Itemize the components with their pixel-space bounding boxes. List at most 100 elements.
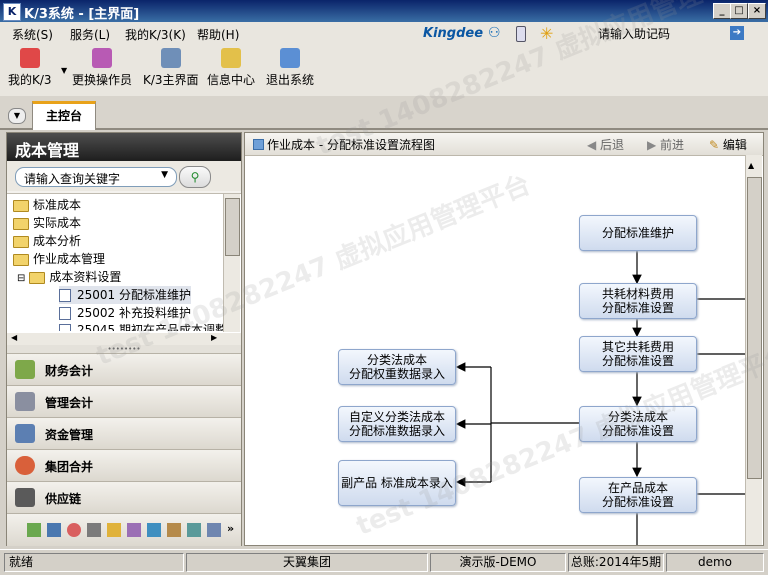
- kingdee-logo: Kingdee: [423, 26, 484, 41]
- status-bar: 就绪 天翼集团 演示版-DEMO 总账:2014年5期 demo: [0, 549, 768, 575]
- tree-item-actual-cost[interactable]: 实际成本: [13, 214, 81, 232]
- node-wip-cost[interactable]: 在产品成本 分配标准设置: [579, 477, 697, 513]
- module-group-consolidation[interactable]: 集团合并: [7, 449, 241, 481]
- title-bar: K K/3系统 - [主界面] _ □ ×: [0, 0, 768, 22]
- money-icon: [15, 424, 35, 443]
- module-financial-accounting[interactable]: 财务会计: [7, 353, 241, 385]
- expand-icon[interactable]: ⊟: [17, 273, 25, 284]
- folder-icon: [13, 235, 29, 248]
- search-button[interactable]: ⚲: [179, 166, 211, 188]
- toolbar: 我的K/3 ▼ 更换操作员 K/3主界面 信息中心 退出系统: [0, 44, 768, 97]
- shortcut-icon[interactable]: [147, 523, 161, 537]
- splitter-handle[interactable]: ••••••••: [7, 345, 241, 353]
- horizontal-scrollbar[interactable]: ◀ ▶: [7, 333, 241, 345]
- helper-code-label[interactable]: 请输入助记码: [598, 25, 670, 42]
- window-title: K/3系统 - [主界面]: [24, 7, 140, 22]
- tab-main-console[interactable]: 主控台: [32, 101, 96, 130]
- shortcut-icon[interactable]: [167, 523, 181, 537]
- close-button[interactable]: ×: [748, 3, 766, 19]
- more-icon[interactable]: »: [227, 522, 234, 535]
- status-ledger: 总账:2014年5期: [568, 553, 664, 572]
- node-classification-cost[interactable]: 分类法成本 分配标准设置: [579, 406, 697, 442]
- shortcut-icon[interactable]: [27, 523, 41, 537]
- exit-icon: [280, 48, 300, 68]
- shortcut-icon[interactable]: [187, 523, 201, 537]
- shortcut-icon[interactable]: [87, 523, 101, 537]
- shortcut-icon[interactable]: [47, 523, 61, 537]
- folder-open-icon: [29, 271, 46, 284]
- star-icon: [19, 48, 40, 68]
- tree-item-supplement-feed[interactable]: 25002 补充投料维护: [59, 304, 191, 322]
- scroll-thumb[interactable]: [747, 177, 762, 479]
- status-user: demo: [666, 553, 764, 572]
- menu-help[interactable]: 帮助(H): [197, 26, 239, 43]
- folder-open-icon: [13, 253, 29, 266]
- tab-menu-icon[interactable]: ▼: [8, 108, 26, 124]
- node-weight-entry[interactable]: 分类法成本 分配权重数据录入: [338, 349, 456, 385]
- node-allocation-maintain[interactable]: 分配标准维护: [579, 215, 697, 251]
- maximize-button[interactable]: □: [730, 3, 748, 19]
- status-company: 天翼集团: [186, 553, 428, 572]
- document-icon: [59, 307, 71, 320]
- document-icon: [59, 289, 71, 302]
- star-logo-icon: ✳: [540, 24, 554, 43]
- search-icon: ⚲: [190, 170, 200, 184]
- phone-icon: [516, 26, 526, 42]
- shortcut-icon[interactable]: [107, 523, 121, 537]
- node-custom-entry[interactable]: 自定义分类法成本 分配标准数据录入: [338, 406, 456, 442]
- module-fund-management[interactable]: 资金管理: [7, 417, 241, 449]
- menu-system[interactable]: 系统(S): [12, 26, 53, 43]
- ledger-icon: [15, 360, 35, 379]
- tab-strip: ▼ 主控台: [0, 96, 768, 130]
- module-management-accounting[interactable]: 管理会计: [7, 385, 241, 417]
- shortcut-icon[interactable]: [207, 523, 221, 537]
- panel-title: 成本管理: [7, 133, 241, 161]
- go-icon[interactable]: ➔: [730, 26, 744, 40]
- app-icon: K: [3, 3, 21, 21]
- scroll-thumb[interactable]: [225, 198, 240, 256]
- folder-icon: [13, 217, 29, 230]
- search-area: 请输入查询关键字 ▼ ⚲: [7, 161, 241, 191]
- info-center-button[interactable]: 信息中心: [207, 48, 255, 88]
- tree-item-activity-cost[interactable]: 作业成本管理: [13, 250, 105, 268]
- tree-item-allocation-maintain[interactable]: 25001 分配标准维护: [59, 286, 191, 304]
- vertical-scrollbar[interactable]: [223, 194, 240, 332]
- module-supply-chain[interactable]: 供应链: [7, 481, 241, 513]
- node-byproduct-entry[interactable]: 副产品 标准成本录入: [338, 460, 456, 506]
- scroll-right-icon[interactable]: ▶: [211, 333, 217, 342]
- scroll-left-icon[interactable]: ◀: [11, 333, 17, 342]
- switch-operator-button[interactable]: 更换操作员: [72, 48, 132, 88]
- tree-item-cost-analysis[interactable]: 成本分析: [13, 232, 81, 250]
- tree-view: 标准成本 实际成本 成本分析 作业成本管理 ⊟ 成本资料设置 25001 分配标准…: [7, 193, 241, 334]
- my-k3-button[interactable]: 我的K/3: [8, 48, 52, 88]
- pie-chart-icon: [15, 456, 35, 475]
- scroll-up-icon[interactable]: ▲: [748, 161, 754, 170]
- flowchart-panel: 作业成本 - 分配标准设置流程图 ◀ 后退 ▶ 前进 ✎ 编辑 分配标准维护 共…: [244, 132, 764, 546]
- window-icon: [160, 48, 181, 68]
- status-ready: 就绪: [4, 553, 184, 572]
- chevron-down-icon[interactable]: ▼: [161, 170, 168, 180]
- tree-item-standard-cost[interactable]: 标准成本: [13, 196, 81, 214]
- person-icon: ⚇: [488, 25, 501, 41]
- folder-icon: [13, 199, 29, 212]
- menu-my-k3[interactable]: 我的K/3(K): [125, 26, 186, 43]
- tree-item-opening-wip[interactable]: 25045 期初在产品成本调整: [59, 321, 227, 331]
- message-icon: [221, 48, 241, 68]
- search-input[interactable]: 请输入查询关键字 ▼: [15, 167, 177, 187]
- shortcut-icon[interactable]: [67, 523, 81, 537]
- node-shared-material[interactable]: 共耗材料费用 分配标准设置: [579, 283, 697, 319]
- shortcut-icon[interactable]: [127, 523, 141, 537]
- tree-item-cost-settings[interactable]: ⊟ 成本资料设置: [17, 268, 121, 286]
- truck-icon: [15, 488, 35, 507]
- menu-service[interactable]: 服务(L): [70, 26, 110, 43]
- left-panel: 成本管理 请输入查询关键字 ▼ ⚲ 标准成本 实际成本 成本分析 作业成本管理 …: [6, 132, 242, 546]
- dropdown-arrow-icon[interactable]: ▼: [61, 66, 67, 75]
- module-shortcuts-bar: »: [7, 513, 241, 546]
- vertical-scrollbar[interactable]: ▲: [745, 155, 762, 545]
- k3-main-button[interactable]: K/3主界面: [143, 48, 199, 88]
- status-edition: 演示版-DEMO: [430, 553, 566, 572]
- document-icon: [59, 324, 71, 331]
- minimize-button[interactable]: _: [713, 3, 731, 19]
- exit-button[interactable]: 退出系统: [266, 48, 314, 88]
- node-other-shared[interactable]: 其它共耗费用 分配标准设置: [579, 336, 697, 372]
